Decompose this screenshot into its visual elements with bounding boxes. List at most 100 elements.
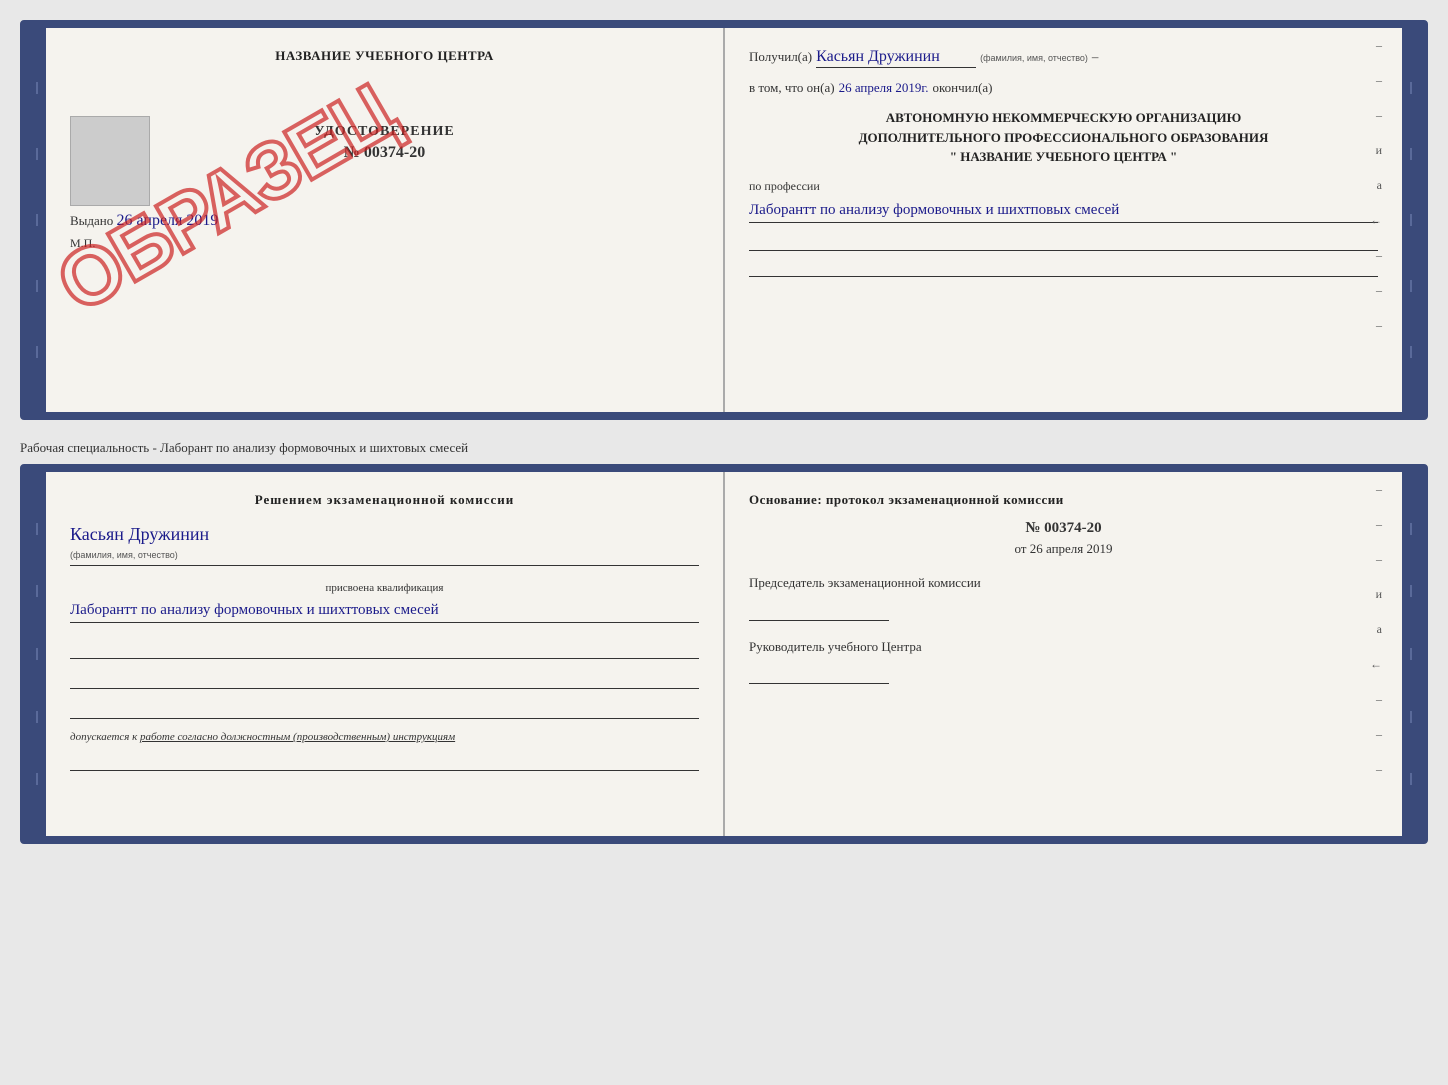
spine-line xyxy=(1410,346,1412,358)
mark: – xyxy=(1376,108,1382,123)
page-wrapper: НАЗВАНИЕ УЧЕБНОГО ЦЕНТРА ОБРАЗЕЦ УДОСТОВ… xyxy=(20,20,1428,844)
head-label: Руководитель учебного Центра xyxy=(749,637,1378,657)
spine-line xyxy=(1410,711,1412,723)
blank-lines xyxy=(70,639,699,719)
bottom-doc-left: Решением экзаменационной комиссии Касьян… xyxy=(46,472,725,836)
top-doc-left: НАЗВАНИЕ УЧЕБНОГО ЦЕНТРА ОБРАЗЕЦ УДОСТОВ… xyxy=(46,28,725,412)
admission-detail: работе согласно должностным (производств… xyxy=(140,731,455,743)
mark: – xyxy=(1376,38,1382,53)
blank-line xyxy=(70,669,699,689)
spine-line xyxy=(36,148,38,160)
spine-right xyxy=(1402,28,1420,412)
mark: – xyxy=(1376,73,1382,88)
admission-prefix: допускается к xyxy=(70,731,137,743)
mark: – xyxy=(1376,482,1382,497)
date-value: 26 апреля 2019г. xyxy=(839,80,929,96)
spine-line xyxy=(1410,148,1412,160)
spine-line xyxy=(36,82,38,94)
spine-line xyxy=(1410,648,1412,660)
head-signature-line xyxy=(749,664,889,684)
mark: ← xyxy=(1370,657,1382,672)
spine-line xyxy=(1410,280,1412,292)
chairman-signature-line xyxy=(749,601,889,621)
qualification-text: Лаборантт по анализу формовочных и шихтт… xyxy=(70,598,699,623)
mp-label: М.П. xyxy=(70,236,699,251)
mark: – xyxy=(1376,552,1382,567)
spine-line xyxy=(1410,214,1412,226)
bottom-blank-line xyxy=(70,751,699,771)
top-doc-right: Получил(а) Касьян Дружинин (фамилия, имя… xyxy=(725,28,1402,412)
received-label: Получил(а) xyxy=(749,49,812,65)
chairman-label: Председатель экзаменационной комиссии xyxy=(749,573,1378,593)
decision-title: Решением экзаменационной комиссии xyxy=(70,492,699,508)
right-line xyxy=(749,231,1378,251)
bottom-name-handwritten: Касьян Дружинин xyxy=(70,524,209,544)
mark: – xyxy=(1376,248,1382,263)
middle-label: Рабочая специальность - Лаборант по анал… xyxy=(20,432,1428,464)
protocol-date: от 26 апреля 2019 xyxy=(749,541,1378,557)
photo-box xyxy=(70,116,150,206)
cert-center-title: НАЗВАНИЕ УЧЕБНОГО ЦЕНТРА xyxy=(70,48,699,64)
mark: а xyxy=(1377,178,1382,193)
blank-line xyxy=(70,699,699,719)
date-prefix: в том, что он(а) xyxy=(749,80,835,96)
right-lines-block xyxy=(749,231,1378,277)
date-suffix: окончил(а) xyxy=(932,80,992,96)
mark: ← xyxy=(1370,213,1382,228)
mark: а xyxy=(1377,622,1382,637)
spine-line xyxy=(36,280,38,292)
profession-text: Лаборантт по анализу формовочных и шихтп… xyxy=(749,198,1378,223)
admission-text: допускается к работе согласно должностны… xyxy=(70,731,699,743)
spine-line xyxy=(1410,773,1412,785)
bottom-document-card: Решением экзаменационной комиссии Касьян… xyxy=(20,464,1428,844)
spine-line xyxy=(1410,585,1412,597)
spine-line xyxy=(36,648,38,660)
spine-line xyxy=(36,585,38,597)
spine-left xyxy=(28,28,46,412)
mark: – xyxy=(1376,762,1382,777)
spine-line xyxy=(36,346,38,358)
mark: – xyxy=(1376,727,1382,742)
bottom-spine-right xyxy=(1402,472,1420,836)
cert-number: № 00374-20 xyxy=(70,144,699,162)
org-line1: АВТОНОМНУЮ НЕКОММЕРЧЕСКУЮ ОРГАНИЗАЦИЮ xyxy=(749,108,1378,128)
bottom-fio-sublabel: (фамилия, имя, отчество) xyxy=(70,550,178,560)
dash: – xyxy=(1092,49,1099,65)
protocol-date-value: 26 апреля 2019 xyxy=(1030,541,1113,556)
qualification-label: присвоена квалификация xyxy=(70,582,699,594)
mark: и xyxy=(1376,587,1382,602)
spine-line xyxy=(36,773,38,785)
recipient-name: Касьян Дружинин xyxy=(816,48,976,68)
spine-line xyxy=(1410,82,1412,94)
issued-label: Выдано xyxy=(70,213,113,228)
spine-line xyxy=(1410,523,1412,535)
mark: и xyxy=(1376,143,1382,158)
spine-line xyxy=(36,711,38,723)
name-line: Касьян Дружинин (фамилия, имя, отчество) xyxy=(70,524,699,566)
spine-line xyxy=(36,214,38,226)
org-name: " НАЗВАНИЕ УЧЕБНОГО ЦЕНТРА " xyxy=(749,147,1378,167)
bottom-right-edge-marks: – – – и а ← – – – xyxy=(1370,482,1382,777)
received-line: Получил(а) Касьян Дружинин (фамилия, имя… xyxy=(749,48,1378,68)
right-line xyxy=(749,257,1378,277)
blank-line xyxy=(70,639,699,659)
spine-line xyxy=(36,523,38,535)
bottom-doc-right: Основание: протокол экзаменационной коми… xyxy=(725,472,1402,836)
mark: – xyxy=(1376,517,1382,532)
cert-issued-line: Выдано 26 апреля 2019 xyxy=(70,212,699,230)
mark: – xyxy=(1376,692,1382,707)
right-edge-marks: – – – и а ← – – – xyxy=(1370,38,1382,333)
bottom-spine-left xyxy=(28,472,46,836)
fio-sublabel: (фамилия, имя, отчество) xyxy=(980,53,1088,63)
profession-label: по профессии xyxy=(749,179,1378,194)
mark: – xyxy=(1376,283,1382,298)
foundation-title: Основание: протокол экзаменационной коми… xyxy=(749,492,1378,508)
top-document-card: НАЗВАНИЕ УЧЕБНОГО ЦЕНТРА ОБРАЗЕЦ УДОСТОВ… xyxy=(20,20,1428,420)
issued-date: 26 апреля 2019 xyxy=(117,212,219,229)
org-block: АВТОНОМНУЮ НЕКОММЕРЧЕСКУЮ ОРГАНИЗАЦИЮ ДО… xyxy=(749,108,1378,167)
date-line: в том, что он(а) 26 апреля 2019г. окончи… xyxy=(749,80,1378,96)
cert-type-label: УДОСТОВЕРЕНИЕ xyxy=(70,124,699,140)
protocol-number: № 00374-20 xyxy=(749,520,1378,537)
mark: – xyxy=(1376,318,1382,333)
protocol-date-prefix: от xyxy=(1014,541,1026,556)
